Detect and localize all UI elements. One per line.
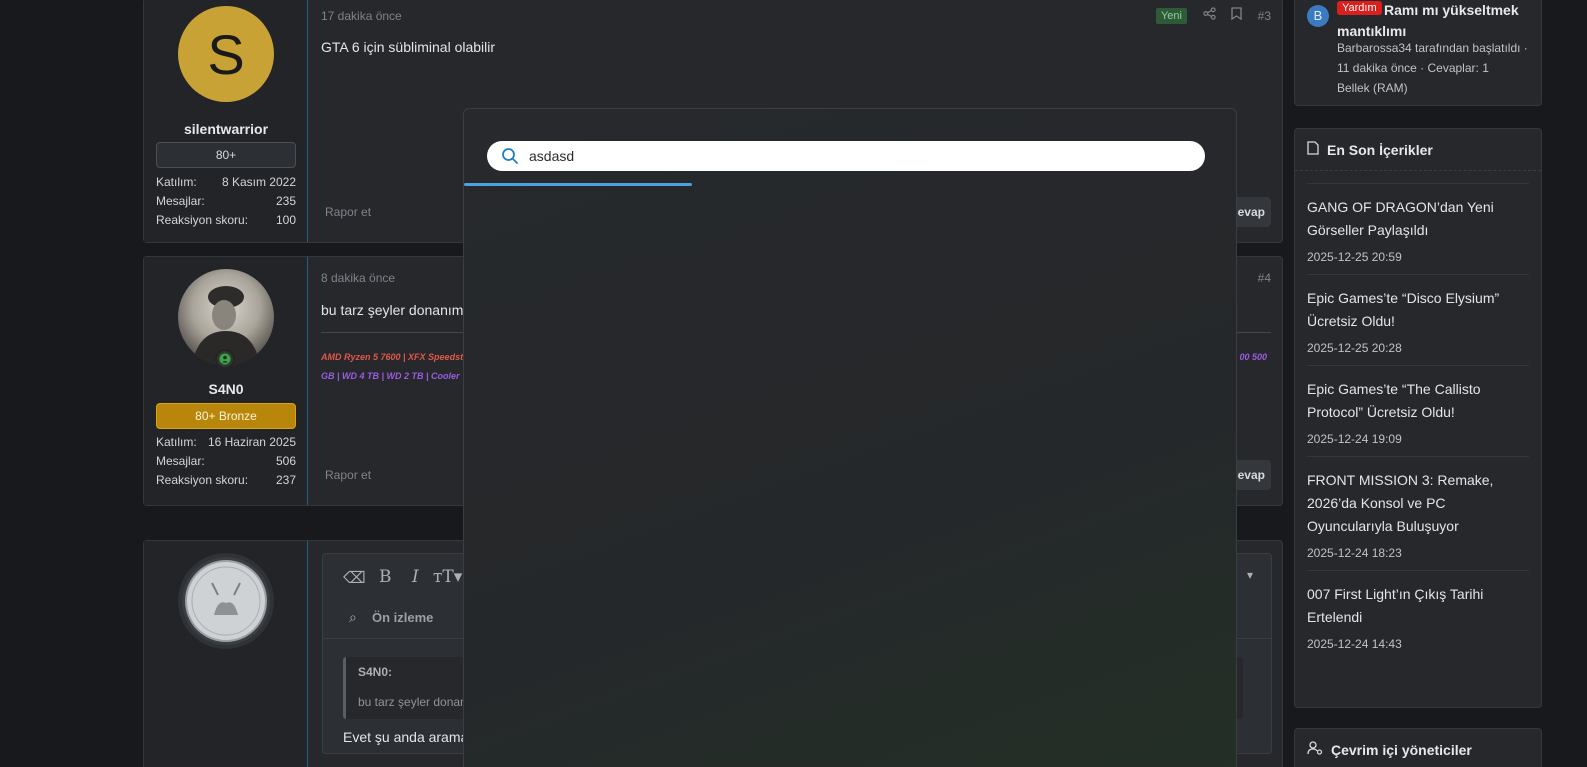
news-date: 2025-12-24 19:09	[1307, 432, 1402, 446]
news-date: 2025-12-24 18:23	[1307, 546, 1402, 560]
thread-title[interactable]: Ramı mı yükseltmek mantıklımı	[1337, 0, 1532, 42]
username[interactable]: S4N0	[144, 381, 308, 397]
news-item[interactable]: GANG OF DRAGON’dan Yeni Görseller Paylaş…	[1307, 183, 1529, 274]
eraser-icon[interactable]: ⌫	[343, 568, 366, 588]
thread-meta-1: Barbarossa34 tarafından başlatıldı ·	[1337, 41, 1528, 55]
post-user-panel	[144, 541, 308, 767]
stat-joined: Katılım: 16 Haziran 2025	[156, 435, 296, 449]
post-number[interactable]: #4	[1258, 271, 1271, 285]
user-badge: 80+ Bronze	[156, 403, 296, 429]
new-badge: Yeni	[1155, 8, 1187, 24]
avatar[interactable]: S	[178, 6, 274, 102]
stat-messages: Mesajlar: 235	[156, 194, 296, 208]
post-user-panel: S silentwarrior 80+ Katılım: 8 Kasım 2022…	[144, 0, 308, 242]
search-modal[interactable]	[463, 108, 1237, 767]
online-status-icon	[215, 349, 235, 369]
online-title: Çevrim içi yöneticiler	[1331, 741, 1472, 758]
thread-meta-2: 11 dakika önce · Cevaplar: 1	[1337, 61, 1489, 75]
quote-text: bu tarz şeyler donan	[358, 695, 467, 709]
news-date: 2025-12-25 20:59	[1307, 250, 1402, 264]
post-number[interactable]: #3	[1258, 9, 1271, 23]
post-message: GTA 6 için sübliminal olabilir	[321, 39, 496, 55]
report-link[interactable]: Rapor et	[325, 468, 371, 482]
news-title[interactable]: GANG OF DRAGON’dan Yeni Görseller Paylaş…	[1307, 196, 1529, 242]
post-message: bu tarz şeyler donanım	[321, 302, 464, 318]
news-title[interactable]: Epic Games’te “Disco Elysium” Ücretsiz O…	[1307, 287, 1529, 333]
sidebar-thread-box: B Yardım Ramı mı yükseltmek mantıklımı B…	[1294, 0, 1542, 106]
avatar-letter: S	[207, 22, 245, 86]
news-item[interactable]: Epic Games’te “Disco Elysium” Ücretsiz O…	[1307, 274, 1529, 365]
avatar[interactable]: B	[1307, 5, 1329, 27]
user-cog-icon	[1307, 741, 1323, 758]
latest-header: En Son İçerikler	[1295, 129, 1541, 171]
post-time[interactable]: 17 dakika önce	[321, 9, 402, 23]
online-header: Çevrim içi yöneticiler	[1295, 729, 1541, 767]
thread-forum[interactable]: Bellek (RAM)	[1337, 81, 1408, 95]
news-title[interactable]: FRONT MISSION 3: Remake, 2026’da Konsol …	[1307, 469, 1529, 538]
news-date: 2025-12-25 20:28	[1307, 341, 1402, 355]
sidebar-online-box: Çevrim içi yöneticiler	[1294, 728, 1542, 767]
stat-reaction: Reaksiyon skoru: 237	[156, 473, 296, 487]
avatar[interactable]	[178, 553, 274, 649]
bold-icon[interactable]: B	[379, 567, 392, 587]
search-input[interactable]	[529, 141, 1189, 171]
draft-text: Evet şu anda arama	[343, 729, 469, 745]
latest-title: En Son İçerikler	[1327, 141, 1433, 158]
news-item[interactable]: 007 First Light’ın Çıkış Tarihi Ertelend…	[1307, 570, 1529, 661]
username[interactable]: silentwarrior	[144, 121, 308, 137]
news-item[interactable]: Epic Games’te “The Callisto Protocol” Üc…	[1307, 365, 1529, 456]
news-item[interactable]: FRONT MISSION 3: Remake, 2026’da Konsol …	[1307, 456, 1529, 570]
user-badge: 80+	[156, 142, 296, 168]
news-title[interactable]: 007 First Light’ın Çıkış Tarihi Ertelend…	[1307, 583, 1529, 629]
search-progress-bar	[464, 183, 692, 186]
post-user-panel: S4N0 80+ Bronze Katılım: 16 Haziran 2025 …	[144, 257, 308, 505]
sidebar-latest-box: En Son İçerikler GANG OF DRAGON’dan Yeni…	[1294, 128, 1542, 708]
preview-icon: ⌕	[349, 609, 357, 625]
more-options-icon[interactable]: ▾	[1247, 568, 1253, 582]
share-icon[interactable]	[1203, 7, 1216, 23]
quote-author[interactable]: S4N0:	[358, 665, 392, 679]
stat-joined: Katılım: 8 Kasım 2022	[156, 175, 296, 189]
document-icon	[1307, 141, 1319, 158]
report-link[interactable]: Rapor et	[325, 205, 371, 219]
text-size-icon[interactable]: ᴛT▾	[433, 567, 462, 587]
signature-right: 00 500	[1239, 352, 1267, 362]
search-bar[interactable]	[487, 141, 1205, 171]
preview-tab[interactable]: Ön izleme	[372, 610, 433, 625]
news-title[interactable]: Epic Games’te “The Callisto Protocol” Üc…	[1307, 378, 1529, 424]
stat-reaction: Reaksiyon skoru: 100	[156, 213, 296, 227]
stat-messages: Mesajlar: 506	[156, 454, 296, 468]
signature-line-1: AMD Ryzen 5 7600 | XFX Speedst	[321, 352, 464, 362]
search-icon	[501, 147, 519, 168]
signature-line-2: GB | WD 4 TB | WD 2 TB | Cooler	[321, 371, 460, 381]
bookmark-icon[interactable]	[1231, 7, 1242, 23]
italic-icon[interactable]: I	[412, 567, 419, 587]
post-time[interactable]: 8 dakika önce	[321, 271, 395, 285]
news-date: 2025-12-24 14:43	[1307, 637, 1402, 651]
